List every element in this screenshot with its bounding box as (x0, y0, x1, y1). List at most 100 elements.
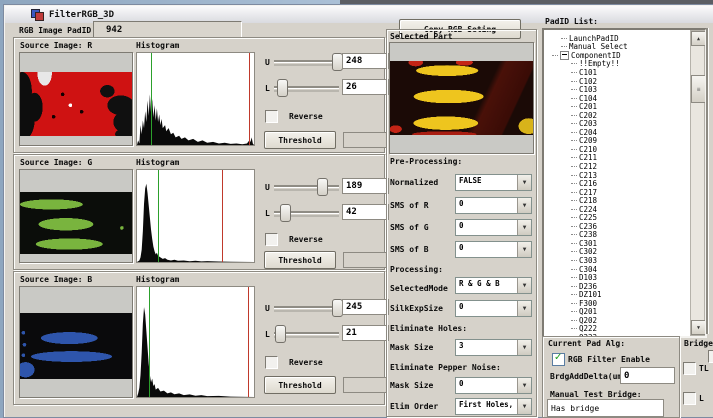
rgb-filter-enable-checkbox[interactable] (552, 353, 565, 366)
tree-connector (571, 157, 577, 158)
tree-item[interactable]: LaunchPadID (548, 34, 689, 43)
padid-tree[interactable]: LaunchPadID Manual Select ComponentID !!… (542, 28, 707, 338)
tree-item[interactable]: C101 (548, 68, 689, 77)
brdg-add-delta-field[interactable]: 0 (620, 367, 675, 384)
l-value-field[interactable]: 26 (342, 79, 389, 95)
tree-item[interactable]: C210 (548, 145, 689, 154)
tree-item[interactable]: Manual Select (548, 43, 689, 52)
u-slider[interactable] (274, 300, 339, 314)
tree-item[interactable]: C303 (548, 256, 689, 265)
scrollbar-thumb[interactable]: ≡ (691, 75, 706, 103)
tree-connector (571, 166, 577, 167)
silk-exp-size-combo[interactable]: 0 ▼ (455, 300, 532, 317)
tree-item[interactable]: C201 (548, 102, 689, 111)
u-slider-track[interactable] (274, 60, 339, 62)
sms-b-combo[interactable]: 0 ▼ (455, 241, 532, 258)
l-value-field[interactable]: 21 (342, 325, 389, 341)
normalized-combo[interactable]: FALSE ▼ (455, 174, 532, 191)
mask-size-combo[interactable]: 3 ▼ (455, 339, 532, 356)
chevron-down-icon[interactable]: ▼ (517, 220, 531, 235)
chevron-down-icon[interactable]: ▼ (517, 198, 531, 213)
tree-item[interactable]: C209 (548, 137, 689, 146)
l-slider-thumb[interactable] (275, 325, 286, 343)
chevron-down-icon[interactable]: ▼ (517, 399, 531, 414)
mask-size-label: Mask Size (390, 343, 433, 352)
tree-connector (571, 209, 577, 210)
tree-item[interactable]: C204 (548, 128, 689, 137)
chevron-down-icon[interactable]: ▼ (517, 175, 531, 190)
u-slider[interactable] (274, 54, 339, 68)
l-value-field[interactable]: 42 (342, 204, 389, 220)
bridge-l-checkbox[interactable] (683, 392, 696, 405)
tree-item[interactable]: !!Empty!! (548, 60, 689, 69)
tree-item[interactable]: C302 (548, 248, 689, 257)
channel-group-g: Source Image: G Histogram U 189 L 42 Rev… (13, 154, 385, 270)
bridge-tl-checkbox[interactable] (683, 362, 696, 375)
tree-item[interactable]: C212 (548, 162, 689, 171)
tree-item[interactable]: C224 (548, 205, 689, 214)
tree-item[interactable]: C238 (548, 231, 689, 240)
l-slider[interactable] (274, 326, 339, 340)
tree-item[interactable]: C304 (548, 265, 689, 274)
manual-test-bridge-field[interactable]: Has bridge (547, 399, 664, 417)
selected-mode-combo[interactable]: R & G & B ▼ (455, 277, 532, 294)
threshold-button[interactable]: Threshold (264, 376, 336, 394)
chevron-down-icon[interactable]: ▼ (517, 242, 531, 257)
silk-exp-size-label: SilkExpSize (390, 304, 443, 313)
tree-item[interactable]: D236 (548, 282, 689, 291)
l-slider-thumb[interactable] (277, 79, 288, 97)
reverse-checkbox[interactable] (265, 233, 278, 246)
tree-item[interactable]: ComponentID (548, 51, 689, 60)
tree-item[interactable]: C236 (548, 222, 689, 231)
tree-item[interactable]: C216 (548, 179, 689, 188)
l-label: L (265, 84, 270, 93)
threshold-button[interactable]: Threshold (264, 131, 336, 149)
sms-g-combo[interactable]: 0 ▼ (455, 219, 532, 236)
u-slider-track[interactable] (274, 306, 339, 308)
tree-item[interactable]: Q202 (548, 316, 689, 325)
u-value-field[interactable]: 245 (342, 299, 389, 315)
reverse-checkbox[interactable] (265, 356, 278, 369)
tree-item[interactable]: C218 (548, 196, 689, 205)
tree-item[interactable]: C213 (548, 171, 689, 180)
tree-item[interactable]: D103 (548, 273, 689, 282)
threshold-button[interactable]: Threshold (264, 251, 336, 269)
tree-item[interactable]: C225 (548, 213, 689, 222)
tree-item[interactable]: C102 (548, 77, 689, 86)
l-slider[interactable] (274, 205, 339, 219)
chevron-down-icon[interactable]: ▼ (517, 278, 531, 293)
tree-item[interactable]: DZ101 (548, 290, 689, 299)
tree-item[interactable]: C202 (548, 111, 689, 120)
u-slider-track[interactable] (274, 185, 339, 187)
tree-scrollbar[interactable]: ▲ ≡ ▼ (690, 30, 705, 336)
tree-collapse-icon[interactable] (560, 51, 569, 60)
upper-threshold-line (249, 53, 250, 145)
u-value-field[interactable]: 248 (342, 53, 389, 69)
chevron-down-icon[interactable]: ▼ (517, 378, 531, 393)
chevron-down-icon[interactable]: ▼ (517, 301, 531, 316)
elim-order-combo[interactable]: First Holes, ▼ (455, 398, 532, 415)
bridge-title: Bridge (684, 339, 713, 348)
l-slider[interactable] (274, 80, 339, 94)
padid-list-title: PadID List: (545, 17, 598, 26)
reverse-checkbox[interactable] (265, 110, 278, 123)
scroll-down-icon[interactable]: ▼ (691, 320, 706, 335)
tree-item[interactable]: C103 (548, 85, 689, 94)
bridge-partial-checkbox[interactable] (708, 350, 713, 363)
tree-item[interactable]: C104 (548, 94, 689, 103)
tree-item[interactable]: C301 (548, 239, 689, 248)
tree-item[interactable]: F300 (548, 299, 689, 308)
chevron-down-icon[interactable]: ▼ (517, 340, 531, 355)
tree-item[interactable]: C203 (548, 119, 689, 128)
l-slider-thumb[interactable] (280, 204, 291, 222)
u-slider[interactable] (274, 179, 339, 193)
tree-item[interactable]: Q201 (548, 308, 689, 317)
tree-item[interactable]: C217 (548, 188, 689, 197)
pepper-mask-size-combo[interactable]: 0 ▼ (455, 377, 532, 394)
scroll-up-icon[interactable]: ▲ (691, 31, 706, 46)
tree-item[interactable]: C211 (548, 154, 689, 163)
sms-r-combo[interactable]: 0 ▼ (455, 197, 532, 214)
tree-item[interactable]: Q222 (548, 325, 689, 334)
u-value-field[interactable]: 189 (342, 178, 389, 194)
u-slider-thumb[interactable] (317, 178, 328, 196)
